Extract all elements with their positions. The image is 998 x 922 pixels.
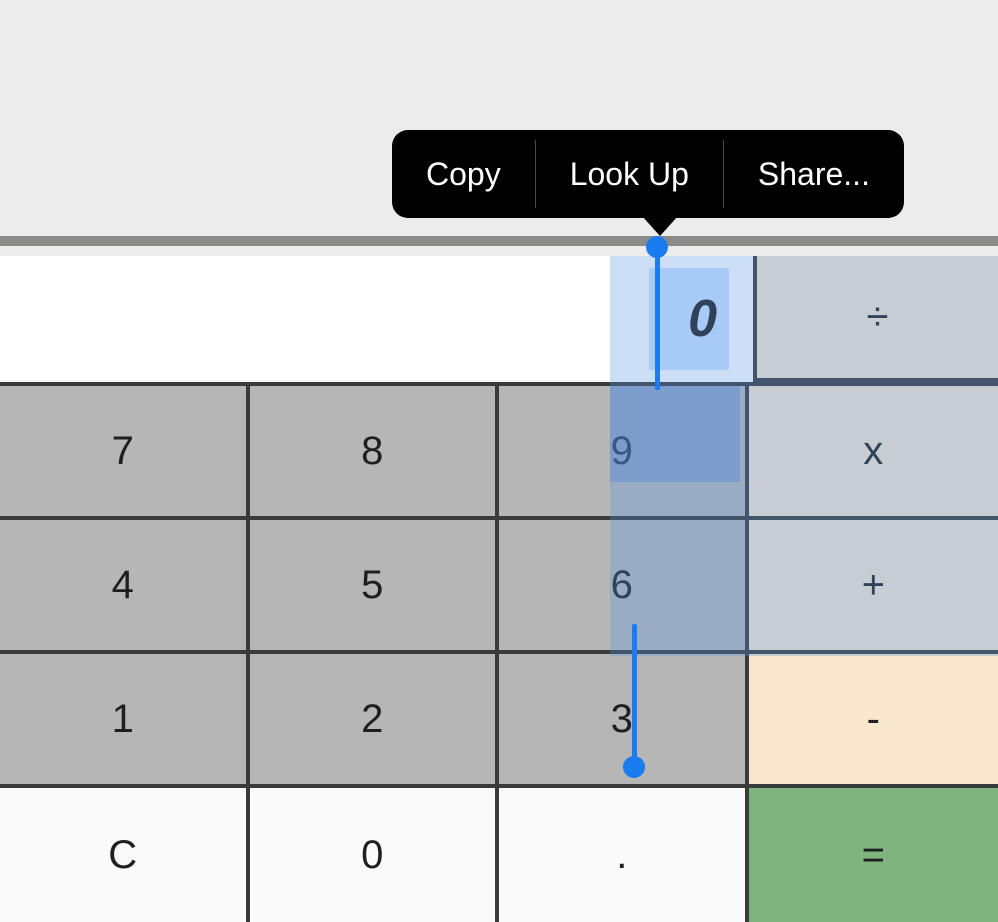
- key-9[interactable]: 9: [499, 386, 749, 520]
- key-1[interactable]: 1: [0, 654, 250, 788]
- key-8[interactable]: 8: [250, 386, 500, 520]
- key-add[interactable]: +: [749, 520, 998, 654]
- key-clear[interactable]: C: [0, 788, 250, 922]
- key-3[interactable]: 3: [499, 654, 749, 788]
- key-equals[interactable]: =: [749, 788, 998, 922]
- keypad: 7 8 9 x 4 5 6 + 1 2 3 - C 0 . =: [0, 386, 998, 922]
- menu-item-copy[interactable]: Copy: [392, 130, 535, 218]
- menu-callout-arrow-icon: [642, 216, 678, 236]
- calculator-display[interactable]: 0: [0, 256, 757, 382]
- key-2[interactable]: 2: [250, 654, 500, 788]
- text-selection-context-menu: Copy Look Up Share...: [392, 130, 904, 218]
- display-row: 0 ÷: [0, 256, 998, 386]
- key-subtract[interactable]: -: [749, 654, 998, 788]
- key-decimal[interactable]: .: [499, 788, 749, 922]
- key-divide[interactable]: ÷: [757, 256, 998, 382]
- key-0[interactable]: 0: [250, 788, 500, 922]
- key-multiply[interactable]: x: [749, 386, 998, 520]
- key-7[interactable]: 7: [0, 386, 250, 520]
- display-value: 0: [682, 289, 723, 349]
- key-6[interactable]: 6: [499, 520, 749, 654]
- key-5[interactable]: 5: [250, 520, 500, 654]
- menu-item-look-up[interactable]: Look Up: [536, 130, 723, 218]
- calculator-panel: 0 ÷ 7 8 9 x 4 5 6 + 1 2 3 - C 0 . =: [0, 256, 998, 922]
- menu-item-share[interactable]: Share...: [724, 130, 904, 218]
- key-4[interactable]: 4: [0, 520, 250, 654]
